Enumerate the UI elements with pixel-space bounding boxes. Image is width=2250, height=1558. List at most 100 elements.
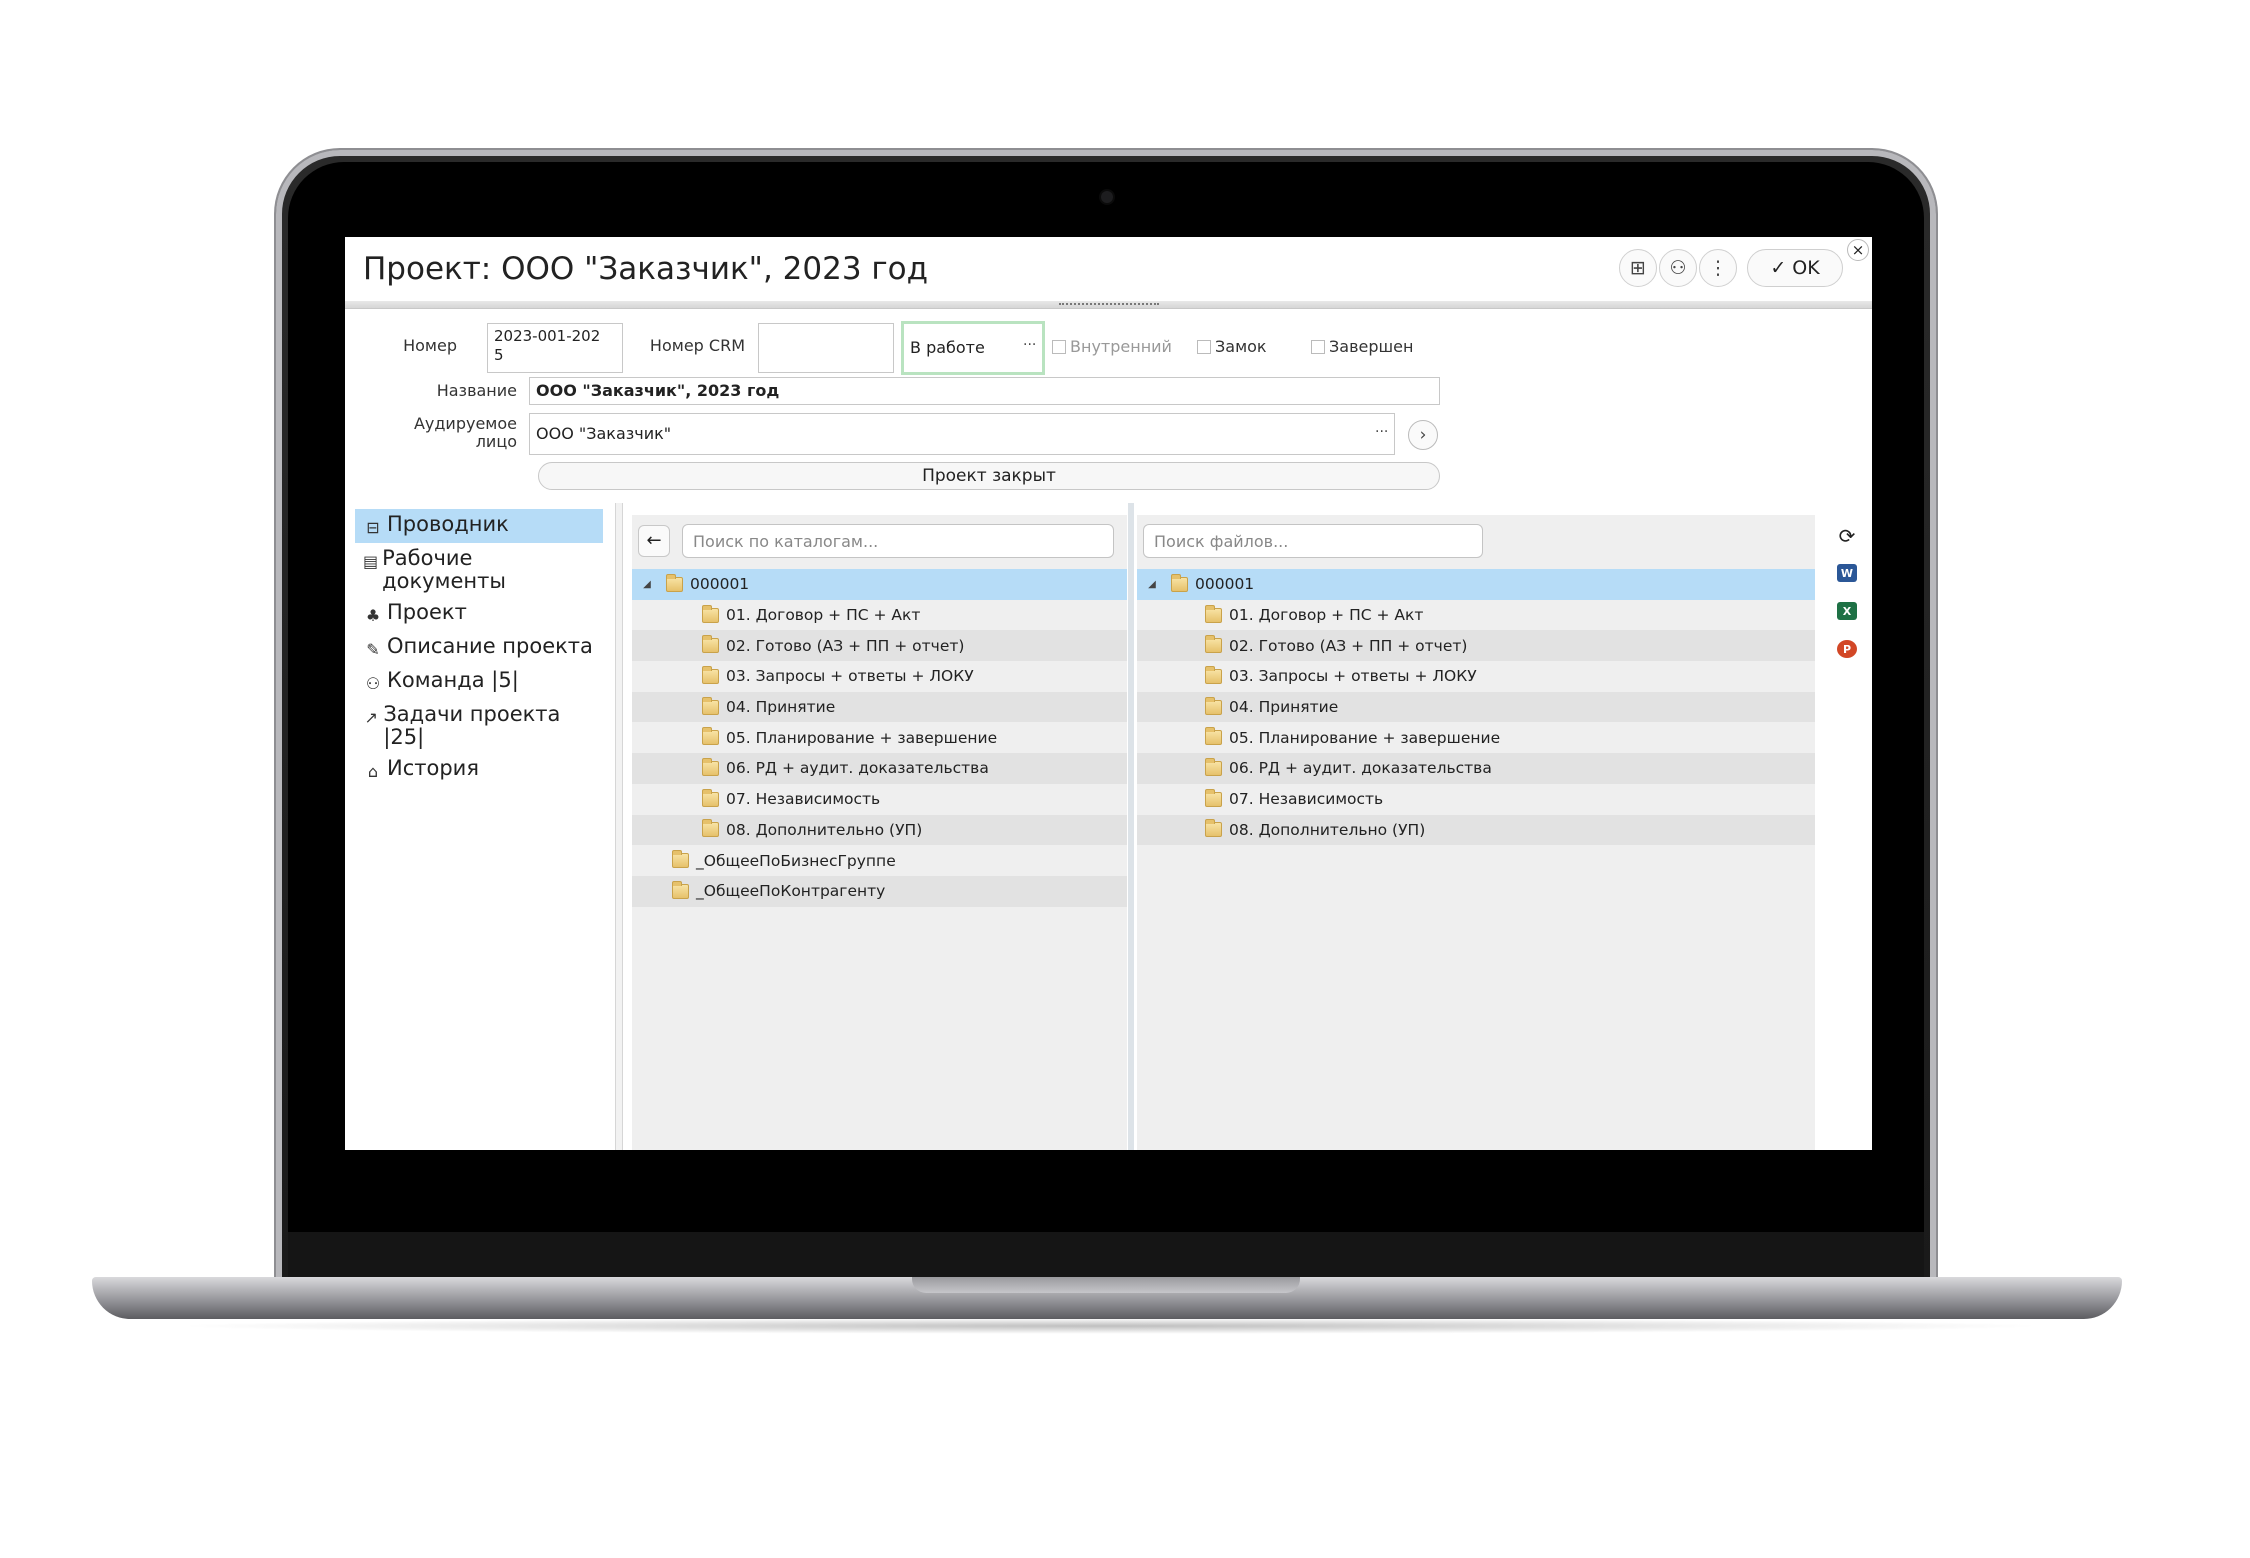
name-field[interactable]: ООО "Заказчик", 2023 год xyxy=(529,377,1440,405)
folder-icon xyxy=(1205,788,1222,807)
collapse-icon[interactable]: ◢ xyxy=(1145,579,1159,590)
ok-button[interactable]: ✓ OK xyxy=(1747,249,1843,287)
tree-row-label: 000001 xyxy=(1195,575,1255,594)
tree-row-label: 04. Принятие xyxy=(1229,698,1339,717)
structure-button[interactable]: ⊞ xyxy=(1619,249,1657,287)
sidebar-splitter[interactable] xyxy=(615,503,623,1150)
laptop-shadow xyxy=(170,1318,2050,1334)
tree-row[interactable]: 03. Запросы + ответы + ЛОКУ xyxy=(632,661,1127,692)
project-closed-button[interactable]: Проект закрыт xyxy=(538,462,1440,490)
tree-row[interactable]: 05. Планирование + завершение xyxy=(1137,722,1815,753)
check-icon: ✓ xyxy=(1770,257,1787,279)
tree-row[interactable]: 07. Независимость xyxy=(632,784,1127,815)
lock-label: Замок xyxy=(1215,337,1267,356)
tree-row[interactable]: 06. РД + аудит. доказательства xyxy=(1137,753,1815,784)
tree-row[interactable]: 05. Планирование + завершение xyxy=(632,722,1127,753)
internal-box xyxy=(1052,339,1066,354)
folder-icon xyxy=(1205,665,1222,684)
tree-row[interactable]: 04. Принятие xyxy=(1137,691,1815,723)
audited-picker-icon[interactable]: ··· xyxy=(1375,424,1388,440)
sidebar-item-work-documents[interactable]: ▤ Рабочие документы xyxy=(355,543,545,597)
tree-row-label: 03. Запросы + ответы + ЛОКУ xyxy=(726,667,974,686)
tree-row-label: 05. Планирование + завершение xyxy=(1229,728,1501,747)
folder-icon xyxy=(1205,635,1222,654)
refresh-button[interactable]: ⟳ xyxy=(1833,522,1861,550)
number-field[interactable]: 2023-001-202 5 xyxy=(487,323,623,373)
tree-row-label: 01. Договор + ПС + Акт xyxy=(1229,606,1424,625)
internal-checkbox[interactable]: Внутренний xyxy=(1052,337,1172,356)
audited-open-button[interactable]: › xyxy=(1408,420,1438,450)
tree-row-label: 05. Планирование + завершение xyxy=(726,728,998,747)
tree-row[interactable]: _ОбщееПоКонтрагенту xyxy=(632,875,1127,907)
tree-row-label: 04. Принятие xyxy=(726,698,836,717)
more-button[interactable]: ⋮ xyxy=(1699,249,1737,287)
panel-splitter[interactable] xyxy=(1128,503,1134,1150)
tree-row[interactable]: 04. Принятие xyxy=(632,691,1127,723)
audited-field[interactable]: ООО "Заказчик" xyxy=(529,413,1395,455)
finished-box xyxy=(1311,339,1325,354)
close-button[interactable]: × xyxy=(1847,239,1869,261)
excel-export-button[interactable]: X xyxy=(1833,597,1861,625)
bank-icon: ⌂ xyxy=(367,762,379,781)
tree-row[interactable]: 08. Дополнительно (УП) xyxy=(1137,814,1815,846)
folder-icon xyxy=(666,573,683,592)
tree-row[interactable]: _ОбщееПоБизнесГруппе xyxy=(632,845,1127,876)
crm-label: Номер CRM xyxy=(649,336,745,355)
tree-row[interactable]: 06. РД + аудит. доказательства xyxy=(632,753,1127,784)
window-title: Проект: ООО "Заказчик", 2023 год xyxy=(363,251,929,287)
folder-icon xyxy=(1205,819,1222,838)
tree-row[interactable]: 02. Готово (АЗ + ПП + отчет) xyxy=(632,630,1127,662)
tree-row-label: 03. Запросы + ответы + ЛОКУ xyxy=(1229,667,1477,686)
status-picker-icon[interactable]: ··· xyxy=(1023,337,1036,353)
refresh-icon: ⟳ xyxy=(1838,524,1856,548)
sidebar-item-explorer[interactable]: ⊟ Проводник xyxy=(355,509,603,543)
internal-label: Внутренний xyxy=(1070,337,1172,356)
word-icon: W xyxy=(1837,564,1857,582)
tree-row[interactable]: 01. Договор + ПС + Акт xyxy=(1137,600,1815,631)
sidebar-item-description[interactable]: ✎ Описание проекта xyxy=(355,631,603,665)
tree-row-root[interactable]: ◢ 000001 xyxy=(1137,569,1815,600)
more-vertical-icon: ⋮ xyxy=(1708,257,1728,279)
files-search-input[interactable] xyxy=(1143,524,1483,558)
powerpoint-export-button[interactable]: P xyxy=(1833,635,1861,663)
tree-row-label: _ОбщееПоБизнесГруппе xyxy=(696,851,896,870)
lock-box xyxy=(1197,339,1211,354)
sidebar-item-tasks[interactable]: ↗ Задачи проекта |25| xyxy=(355,699,575,753)
tree-row-label: 06. РД + аудит. доказательства xyxy=(726,759,989,778)
user-icon: ⚇ xyxy=(1669,257,1687,279)
sidebar-item-history[interactable]: ⌂ История xyxy=(355,753,603,787)
tree-row-root[interactable]: ◢ 000001 xyxy=(632,569,1127,600)
tree-icon: ⊟ xyxy=(366,518,380,537)
document-icon: ▤ xyxy=(363,552,379,571)
resize-grip[interactable] xyxy=(1059,303,1159,307)
crm-field[interactable] xyxy=(758,323,894,373)
tree-row[interactable]: 08. Дополнительно (УП) xyxy=(632,814,1127,846)
sidebar-item-label: Проект xyxy=(387,600,467,624)
collapse-icon[interactable]: ◢ xyxy=(640,579,654,590)
finished-checkbox[interactable]: Завершен xyxy=(1311,337,1413,356)
back-button[interactable]: ← xyxy=(638,525,670,557)
close-icon: × xyxy=(1851,241,1865,259)
folder-icon xyxy=(702,819,719,838)
lock-checkbox[interactable]: Замок xyxy=(1197,337,1267,356)
tree-row[interactable]: 07. Независимость xyxy=(1137,784,1815,815)
folder-icon xyxy=(702,788,719,807)
word-export-button[interactable]: W xyxy=(1833,559,1861,587)
sidebar-item-team[interactable]: ⚇ Команда |5| xyxy=(355,665,603,699)
arrow-left-icon: ← xyxy=(646,530,662,551)
sidebar-item-project[interactable]: ♣ Проект xyxy=(355,597,603,631)
catalog-search-input[interactable] xyxy=(682,524,1114,558)
folder-icon xyxy=(672,850,689,869)
user-button[interactable]: ⚇ xyxy=(1659,249,1697,287)
project-icon: ♣ xyxy=(365,606,381,625)
tree-row-label: 07. Независимость xyxy=(726,790,881,809)
tree-row[interactable]: 03. Запросы + ответы + ЛОКУ xyxy=(1137,661,1815,692)
audited-value: ООО "Заказчик" xyxy=(536,424,672,443)
webcam xyxy=(1101,191,1113,203)
catalog-panel: ← ◢ 000001 01. Договор + ПС + Акт 02. Го… xyxy=(632,515,1127,1150)
number-value-line2: 5 xyxy=(494,346,504,364)
tree-row[interactable]: 02. Готово (АЗ + ПП + отчет) xyxy=(1137,630,1815,662)
folder-icon xyxy=(1205,604,1222,623)
powerpoint-icon: P xyxy=(1837,640,1857,658)
tree-row[interactable]: 01. Договор + ПС + Акт xyxy=(632,600,1127,631)
